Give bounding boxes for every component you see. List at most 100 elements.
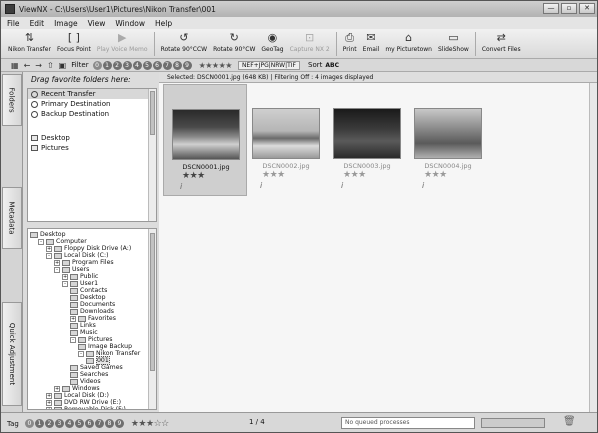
expand-icon[interactable]: + [46,406,52,409]
menu-help[interactable]: Help [155,19,172,28]
tree-scrollbar[interactable] [148,229,156,409]
filter-label-0[interactable]: 0 [92,60,102,70]
collapse-icon[interactable]: - [78,350,84,357]
title-bar: ViewNX - C:\Users\User1\Pictures\Nikon T… [1,1,597,17]
close-button[interactable]: ✕ [579,3,595,14]
queue-progress [481,418,545,428]
left-tab-strip: Folders Metadata Quick Adjustment [1,72,23,412]
photo-thumbnail[interactable] [252,108,320,159]
info-icon[interactable]: i [260,181,262,190]
print-button[interactable]: ⎙ Print [340,29,360,58]
filter-label-7[interactable]: 7 [162,60,172,70]
filter-label-3[interactable]: 3 [122,60,132,70]
tree-node[interactable]: + Removable Disk (F:) [46,405,126,409]
maximize-button[interactable]: ▫ [561,3,577,14]
filter-label-1[interactable]: 1 [102,60,112,70]
collapse-icon[interactable]: - [46,252,52,259]
tag-label-9[interactable]: 9 [114,419,124,428]
photo-thumbnail[interactable] [172,109,240,160]
favorite-item[interactable]: Primary Destination [28,99,156,109]
photo-thumbnail[interactable] [414,108,482,159]
slideshow-button[interactable]: ▭ SlideShow [435,29,472,58]
forward-icon[interactable]: → [35,61,42,70]
thumbnail-item[interactable]: DSCN0004.jpg ★★★ i [406,84,490,196]
email-button[interactable]: ✉ Email [360,29,383,58]
geotag-button[interactable]: ◉ GeoTag [258,29,286,58]
capture-nx-icon: ⊡ [305,31,315,44]
convert-files-button[interactable]: ⇄ Convert Files [479,29,524,58]
info-icon[interactable]: i [341,181,343,190]
rotate-90-ccw-button[interactable]: ↺ Rotate 90°CCW [158,29,211,58]
toolbar-separator [335,32,337,56]
new-folder-icon[interactable]: ▣ [59,61,67,70]
filter-bar: ▦ ← → ⇧ ▣ Filter 0123456789 ★★★★★ NEF+JP… [1,59,597,72]
favorite-item[interactable]: Backup Destination [28,109,156,119]
info-icon[interactable]: i [422,181,424,190]
window-controls: — ▫ ✕ [543,3,595,14]
tag-label-6[interactable]: 6 [84,419,94,428]
folders-panel: Drag favorite folders here: Recent Trans… [23,72,159,412]
tab-metadata[interactable]: Metadata [2,187,22,249]
tag-rating-stars[interactable]: ★★★☆☆ [131,419,169,429]
nikon-transfer-button[interactable]: ⇅ Nikon Transfer [5,29,54,58]
collapse-icon[interactable]: - [70,336,76,343]
favorite-item[interactable]: Pictures [28,143,156,153]
filter-label-4[interactable]: 4 [132,60,142,70]
thumbnail-rating[interactable]: ★★★ [343,170,366,180]
toolbar-label: my Picturetown [385,46,432,53]
menu-image[interactable]: Image [54,19,78,28]
toolbar-separator [153,32,155,56]
thumbnail-item[interactable]: DSCN0003.jpg ★★★ i [325,84,409,196]
tag-label-4[interactable]: 4 [64,419,74,428]
queue-status: No queued processes [341,417,475,429]
up-folder-icon[interactable]: ⇧ [47,61,54,70]
filter-label-6[interactable]: 6 [152,60,162,70]
favorite-item[interactable]: Recent Transfer [28,89,156,99]
my-picturetown-button[interactable]: ⌂ my Picturetown [382,29,435,58]
back-icon[interactable]: ← [24,61,31,70]
tag-label-2[interactable]: 2 [44,419,54,428]
filter-label-8[interactable]: 8 [172,60,182,70]
minimize-button[interactable]: — [543,3,559,14]
tag-label-0[interactable]: 0 [24,419,34,428]
tag-label-5[interactable]: 5 [74,419,84,428]
tag-label-7[interactable]: 7 [94,419,104,428]
menu-view[interactable]: View [88,19,106,28]
filter-label-5[interactable]: 5 [142,60,152,70]
tag-label-1[interactable]: 1 [34,419,44,428]
grid-view-icon[interactable]: ▦ [11,61,19,70]
capture-nx-2-button[interactable]: ⊡ Capture NX 2 [287,29,333,58]
favorite-item[interactable]: Desktop [28,133,156,143]
thumbnail-filename: DSCN0002.jpg [262,162,310,170]
collapse-icon[interactable]: - [38,238,44,245]
collapse-icon[interactable]: - [62,280,68,287]
menu-edit[interactable]: Edit [30,19,45,28]
tab-quick-adjustment[interactable]: Quick Adjustment [2,302,22,406]
thumbnail-rating[interactable]: ★★★ [182,171,205,181]
thumbnail-area: Selected: DSCN0001.jpg (648 KB) | Filter… [159,72,597,412]
trash-icon[interactable]: 🗑 [563,416,576,427]
filter-rating-stars[interactable]: ★★★★★ [199,61,233,70]
tag-label-8[interactable]: 8 [104,419,114,428]
filter-label-2[interactable]: 2 [112,60,122,70]
thumbnail-item[interactable]: DSCN0002.jpg ★★★ i [244,84,328,196]
collapse-icon[interactable]: - [54,266,60,273]
focus-point-button[interactable]: [ ] Focus Point [54,29,94,58]
thumbnail-item[interactable]: DSCN0001.jpg ★★★ i [163,84,247,196]
info-icon[interactable]: i [180,182,182,191]
tab-folders[interactable]: Folders [2,74,22,126]
tag-label-3[interactable]: 3 [54,419,64,428]
toolbar-label: Capture NX 2 [289,46,330,53]
format-filter[interactable]: NEF+JPG|NRW|TIF [237,60,301,70]
rotate-90-cw-button[interactable]: ↻ Rotate 90°CW [210,29,258,58]
favorites-scrollbar[interactable] [148,89,156,221]
menu-file[interactable]: File [7,19,20,28]
thumbnail-rating[interactable]: ★★★ [262,170,285,180]
play-voice-memo-button[interactable]: ▶ Play Voice Memo [94,29,151,58]
menu-window[interactable]: Window [115,19,145,28]
filter-label-9[interactable]: 9 [182,60,192,70]
thumbnail-rating[interactable]: ★★★ [424,170,447,180]
photo-thumbnail[interactable] [333,108,401,159]
sort-button[interactable]: ABC [325,62,339,69]
right-scrollbar[interactable] [589,83,597,412]
